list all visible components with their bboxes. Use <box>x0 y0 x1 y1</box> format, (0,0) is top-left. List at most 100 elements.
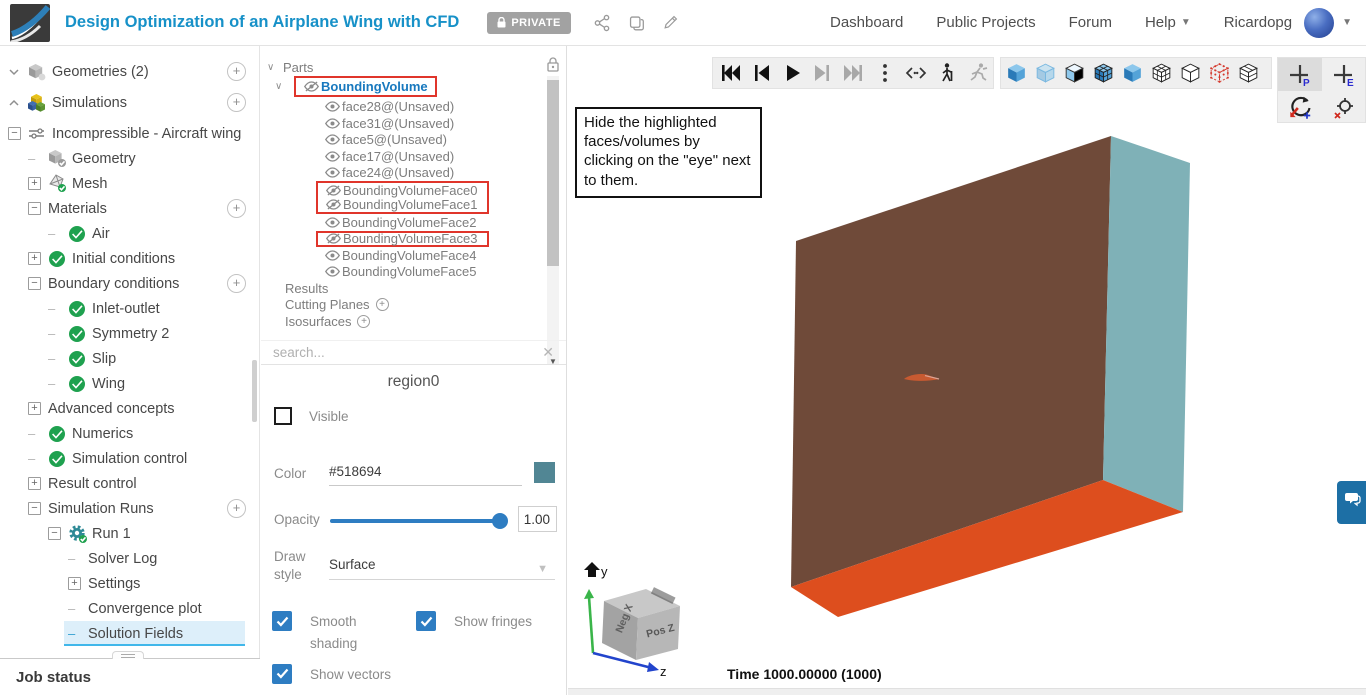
sidebar-item-boundary-conditions[interactable]: − Boundary conditions + <box>0 271 259 296</box>
tree-expander[interactable]: + <box>28 252 48 265</box>
eye-icon[interactable] <box>325 167 342 178</box>
eye-icon[interactable] <box>325 118 342 129</box>
parts-item-face24-unsaved-[interactable]: face24@(Unsaved) <box>261 165 542 182</box>
walk-mode-icon[interactable] <box>935 61 959 85</box>
visible-checkbox[interactable] <box>274 407 292 425</box>
add-button[interactable]: + <box>227 199 246 218</box>
opacity-slider[interactable] <box>330 513 508 529</box>
nav-username[interactable]: Ricardopg <box>1224 14 1292 31</box>
center-of-rotation-icon[interactable] <box>1331 95 1357 121</box>
sidebar-item-simulation-runs[interactable]: − Simulation Runs + <box>0 496 259 521</box>
parts-item-boundingvolumeface5[interactable]: BoundingVolumeFace5 <box>261 264 542 281</box>
parts-item-results[interactable]: Results <box>261 280 542 297</box>
step-back-icon[interactable] <box>749 61 773 85</box>
tree-expander[interactable]: + <box>28 177 48 190</box>
tree-expander[interactable]: – <box>48 351 68 366</box>
draw-style-select[interactable]: Surface <box>329 557 376 572</box>
eye-off-icon[interactable] <box>326 233 343 244</box>
opacity-slider-knob[interactable] <box>492 513 508 529</box>
view-mode-transparent-icon[interactable] <box>1033 61 1058 86</box>
tree-chevron-icon[interactable]: ∨ <box>267 62 283 73</box>
fly-mode-icon[interactable] <box>966 61 990 85</box>
parts-item-face17-unsaved-[interactable]: face17@(Unsaved) <box>261 148 542 165</box>
viewport-horizontal-scrollbar[interactable] <box>568 688 1366 695</box>
probe-element-icon[interactable]: E <box>1331 62 1358 88</box>
eye-icon[interactable] <box>325 250 342 261</box>
tree-expander[interactable] <box>8 97 28 109</box>
sidebar-item-result-control[interactable]: + Result control <box>0 471 259 496</box>
sidebar-item-slip[interactable]: – Slip <box>0 346 259 371</box>
view-mode-hidden-line-icon[interactable] <box>1236 61 1261 86</box>
tree-expander[interactable]: – <box>68 551 88 566</box>
account-menu-chevron-icon[interactable]: ▼ <box>1342 17 1352 28</box>
checkbox-smooth-shading[interactable] <box>272 611 292 631</box>
dropdown-caret-icon[interactable]: ▼ <box>537 563 548 575</box>
tree-expander[interactable]: – <box>28 151 48 166</box>
view-mode-wireframe-mesh-icon[interactable] <box>1149 61 1174 86</box>
parts-item-boundingvolumeface3[interactable]: BoundingVolumeFace3 <box>261 230 542 247</box>
tree-expander[interactable]: – <box>68 626 88 641</box>
play-icon[interactable] <box>780 61 804 85</box>
nav-item-dashboard[interactable]: Dashboard <box>830 14 903 31</box>
parts-item-boundingvolumeface4[interactable]: BoundingVolumeFace4 <box>261 247 542 264</box>
tree-chevron-icon[interactable]: ∨ <box>275 81 291 92</box>
add-button[interactable]: + <box>227 274 246 293</box>
tree-expander[interactable] <box>8 66 28 78</box>
sidebar-item-solver-log[interactable]: – Solver Log <box>0 546 259 571</box>
sidebar-item-simulation-control[interactable]: – Simulation control <box>0 446 259 471</box>
eye-off-icon[interactable] <box>304 80 321 92</box>
tree-expander[interactable]: − <box>8 127 28 140</box>
add-button[interactable]: + <box>227 62 246 81</box>
view-mode-solid-icon[interactable] <box>1004 61 1029 86</box>
parts-item-face31-unsaved-[interactable]: face31@(Unsaved) <box>261 115 542 132</box>
sidebar-item-simulations[interactable]: Simulations + <box>0 90 259 115</box>
view-mode-surface-mesh-icon[interactable] <box>1091 61 1116 86</box>
user-avatar[interactable] <box>1304 7 1335 38</box>
view-mode-point-cloud-icon[interactable] <box>1207 61 1232 86</box>
eye-icon[interactable] <box>325 266 342 277</box>
color-value-field[interactable]: #518694 <box>329 464 522 486</box>
tree-expander[interactable]: – <box>68 601 88 616</box>
sidebar-item-inlet-outlet[interactable]: – Inlet-outlet <box>0 296 259 321</box>
color-swatch[interactable] <box>534 462 555 483</box>
view-mode-solid-shaded-icon[interactable] <box>1120 61 1145 86</box>
sidebar-item-mesh[interactable]: + Mesh <box>0 171 259 196</box>
parts-item-face28-unsaved-[interactable]: face28@(Unsaved) <box>261 99 542 116</box>
tree-expander[interactable]: – <box>28 451 48 466</box>
parts-scrollbar[interactable]: ▼ <box>547 76 559 368</box>
checkbox-show-fringes[interactable] <box>416 611 436 631</box>
tree-expander[interactable]: + <box>28 402 48 415</box>
sidebar-item-symmetry-2[interactable]: – Symmetry 2 <box>0 321 259 346</box>
share-icon[interactable] <box>593 14 611 32</box>
sidebar-item-incompressible-aircraft-wing[interactable]: − Incompressible - Aircraft wing <box>0 121 259 146</box>
sidebar-item-geometry[interactable]: – Geometry <box>0 146 259 171</box>
parts-item-boundingvolumeface2[interactable]: BoundingVolumeFace2 <box>261 214 542 231</box>
sidebar-item-convergence-plot[interactable]: – Convergence plot <box>0 596 259 621</box>
tree-expander[interactable]: + <box>68 577 88 590</box>
tree-expander[interactable]: – <box>48 301 68 316</box>
sidebar-item-materials[interactable]: − Materials + <box>0 196 259 221</box>
add-circle-icon[interactable]: + <box>375 298 389 312</box>
parts-item-boundingvolumeface0[interactable]: BoundingVolumeFace0 <box>261 181 542 198</box>
nav-item-public-projects[interactable]: Public Projects <box>936 14 1035 31</box>
tree-expander[interactable]: − <box>28 502 48 515</box>
eye-icon[interactable] <box>325 151 342 162</box>
tree-expander[interactable]: + <box>28 477 48 490</box>
copy-icon[interactable] <box>628 14 645 32</box>
sidebar-item-geometries-2-[interactable]: Geometries (2) + <box>0 59 259 84</box>
fit-range-icon[interactable] <box>904 61 928 85</box>
add-button[interactable]: + <box>227 93 246 112</box>
sidebar-item-solution-fields[interactable]: – Solution Fields <box>0 621 259 646</box>
sidebar-item-initial-conditions[interactable]: + Initial conditions <box>0 246 259 271</box>
view-mode-surface-with-edges-icon[interactable] <box>1062 61 1087 86</box>
sidebar-item-air[interactable]: – Air <box>0 221 259 246</box>
sidebar-scrollbar[interactable] <box>252 360 257 422</box>
search-input[interactable] <box>273 345 543 360</box>
eye-icon[interactable] <box>325 101 342 112</box>
skip-to-end-icon[interactable] <box>842 61 866 85</box>
clear-search-icon[interactable]: ✕ <box>542 344 554 361</box>
tree-expander[interactable]: – <box>48 326 68 341</box>
eye-icon[interactable] <box>325 217 342 228</box>
nav-item-forum[interactable]: Forum <box>1069 14 1112 31</box>
sidebar-item-numerics[interactable]: – Numerics <box>0 421 259 446</box>
